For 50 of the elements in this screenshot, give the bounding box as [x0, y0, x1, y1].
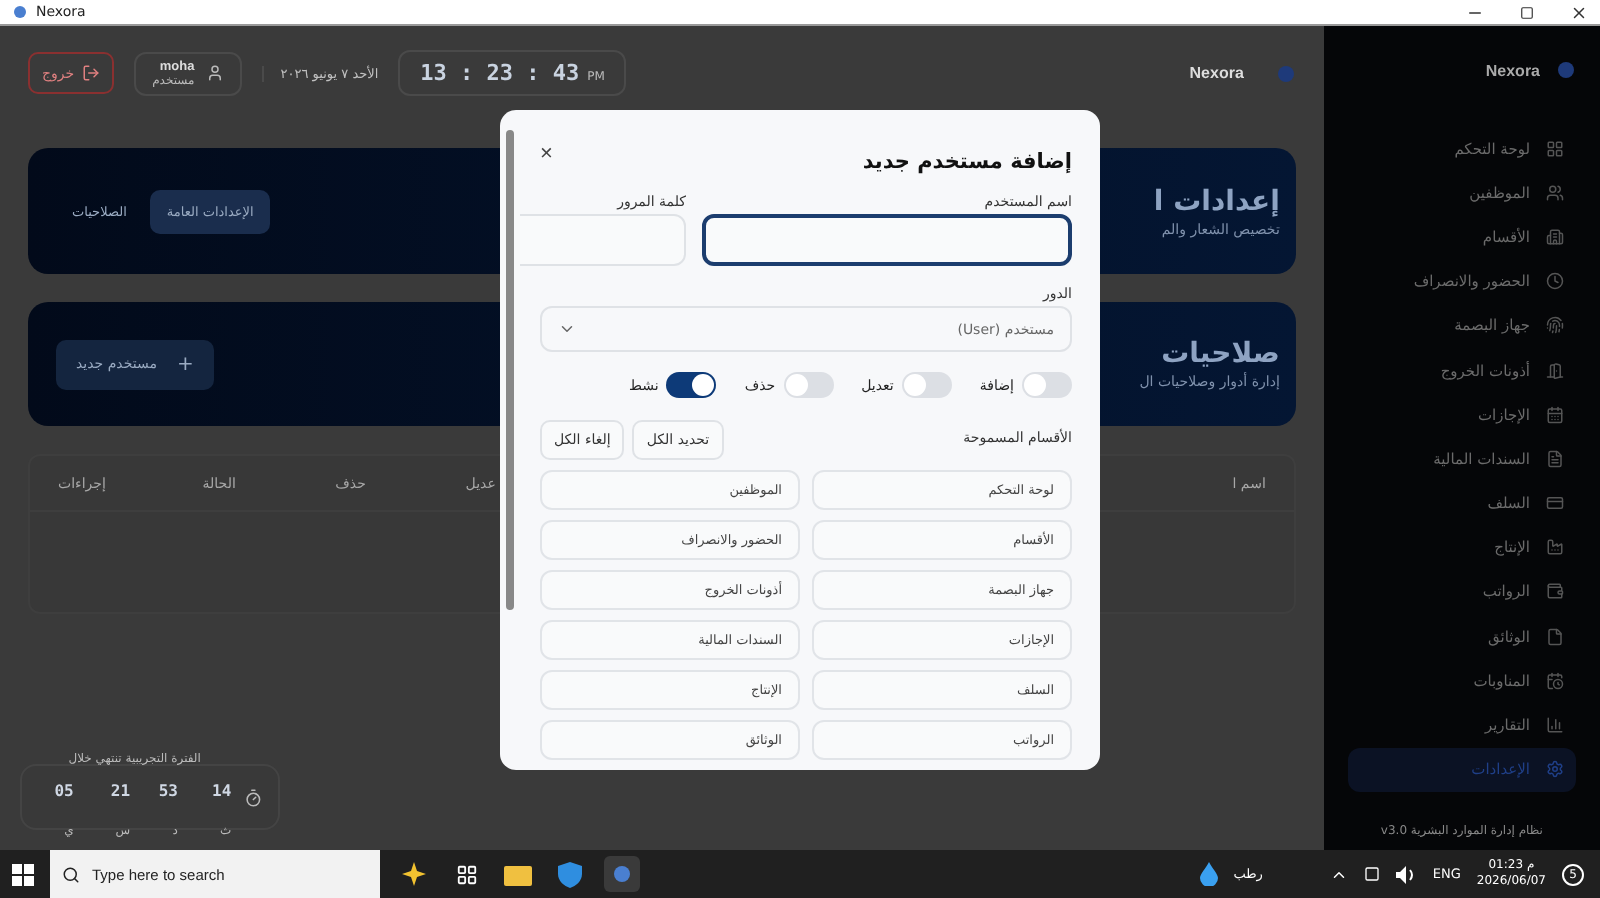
nav-icon: [1546, 494, 1564, 513]
toggle-switch[interactable]: [901, 372, 952, 398]
nav-icon: [1546, 139, 1564, 158]
windows-logo-icon[interactable]: [12, 863, 34, 885]
countdown-value: 53: [158, 782, 178, 800]
sidebar-brand: Nexora: [1485, 61, 1540, 79]
maximize-icon[interactable]: [1520, 5, 1534, 19]
nav-icon: [1546, 272, 1564, 291]
nav-icon: [1546, 671, 1564, 690]
app-taskbar-icon[interactable]: [604, 856, 640, 892]
header-brand: Nexora: [1189, 64, 1244, 82]
scrollbar-thumb[interactable]: [506, 130, 514, 610]
countdown-value: 14: [212, 782, 232, 800]
shield-icon[interactable]: [552, 856, 588, 892]
toggle-switch[interactable]: [1022, 372, 1072, 398]
tray-icon[interactable]: [1364, 866, 1381, 882]
nav-icon: [1546, 183, 1564, 202]
plus-icon: +: [176, 353, 194, 375]
nav-icon: [1546, 627, 1564, 646]
toggle-switch[interactable]: [783, 372, 834, 398]
user-icon: [206, 64, 225, 82]
app-logo-icon: [12, 4, 28, 20]
dialog-title: إضافة مستخدم جديد: [862, 150, 1072, 174]
nav-icon: [1546, 449, 1564, 468]
chevron-down-icon: [558, 320, 576, 338]
water-drop-icon: [1199, 862, 1218, 886]
input-field[interactable]: [702, 214, 1072, 266]
logo-icon: [1275, 63, 1296, 83]
toggle-switch[interactable]: [666, 372, 717, 398]
card-title: صلاحيات: [1159, 338, 1280, 370]
speaker-icon[interactable]: [1396, 865, 1417, 883]
card-title: إعدادات ا: [1153, 185, 1280, 217]
clock-time: 13 : 23 : 43: [420, 60, 580, 86]
nav-icon: [1546, 405, 1564, 424]
countdown-value: 21: [110, 782, 131, 800]
nav-icon: [1546, 361, 1564, 380]
close-icon[interactable]: [1570, 3, 1588, 21]
countdown-value: 05: [54, 782, 74, 800]
nav-icon: [1546, 538, 1564, 557]
close-button[interactable]: ×: [540, 142, 553, 166]
logout-icon: [82, 64, 101, 82]
nav-icon: [1546, 760, 1564, 779]
task-view-icon[interactable]: [455, 863, 477, 885]
search-icon: [62, 865, 80, 883]
nav-icon: [1546, 316, 1564, 335]
nav-icon: [1546, 716, 1564, 735]
stopwatch-icon: [243, 787, 262, 807]
nav-icon: [1546, 227, 1564, 246]
nav-icon: [1546, 582, 1564, 601]
logo-icon: [1556, 60, 1576, 80]
